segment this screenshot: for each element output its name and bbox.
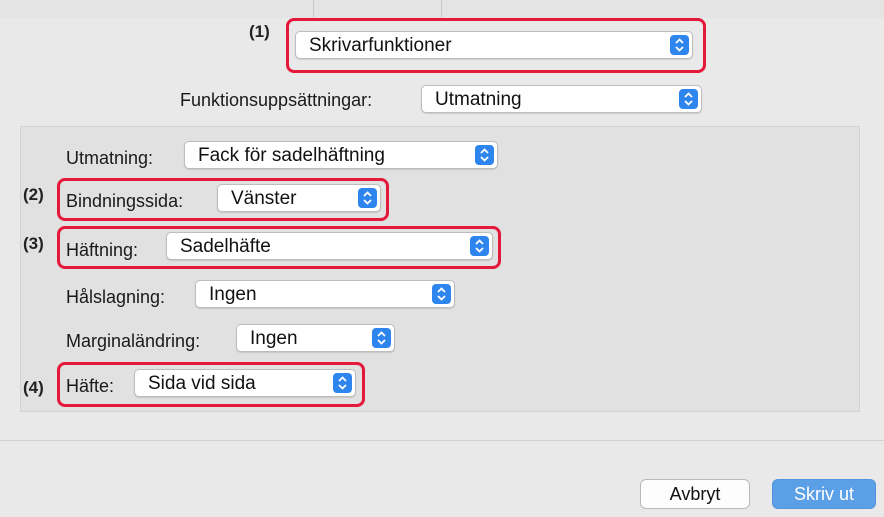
updown-chevrons-icon [679,89,698,109]
hole-punch-label: Hålslagning: [66,287,166,307]
updown-chevrons-icon [470,236,489,256]
callout-3: (3) [23,234,44,253]
preset-value: Skrivarfunktioner [309,35,452,56]
tab-strip [0,0,884,18]
cancel-button[interactable]: Avbryt [640,479,750,509]
tab-divider [313,0,314,18]
margin-shift-popup[interactable]: Ingen [236,324,395,352]
output-popup[interactable]: Fack för sadelhäftning [184,141,498,169]
feature-set-popup[interactable]: Utmatning [421,85,702,113]
updown-chevrons-icon [358,188,377,208]
tab-divider [441,0,442,18]
booklet-popup[interactable]: Sida vid sida [134,369,356,397]
output-label: Utmatning: [66,148,154,168]
stapling-value: Sadelhäfte [180,236,271,257]
stapling-label: Häftning: [66,240,139,260]
binding-side-popup[interactable]: Vänster [217,184,381,212]
binding-side-value: Vänster [231,188,297,209]
updown-chevrons-icon [333,373,352,393]
binding-side-label: Bindningssida: [66,191,184,211]
updown-chevrons-icon [432,284,451,304]
margin-shift-value: Ingen [250,328,298,349]
booklet-label: Häfte: [66,376,115,396]
hole-punch-popup[interactable]: Ingen [195,280,455,308]
updown-chevrons-icon [670,35,689,55]
feature-set-label: Funktionsuppsättningar: [180,90,373,110]
stapling-popup[interactable]: Sadelhäfte [166,232,493,260]
print-button[interactable]: Skriv ut [772,479,876,509]
updown-chevrons-icon [372,328,391,348]
output-value: Fack för sadelhäftning [198,145,385,166]
hole-punch-value: Ingen [209,284,257,305]
callout-2: (2) [23,185,44,204]
preset-popup[interactable]: Skrivarfunktioner [295,31,693,59]
feature-set-value: Utmatning [435,89,522,110]
callout-1: (1) [249,22,270,41]
updown-chevrons-icon [475,145,494,165]
callout-4: (4) [23,378,44,397]
margin-shift-label: Marginaländring: [66,331,201,351]
footer-separator [0,440,884,441]
booklet-value: Sida vid sida [148,373,256,394]
